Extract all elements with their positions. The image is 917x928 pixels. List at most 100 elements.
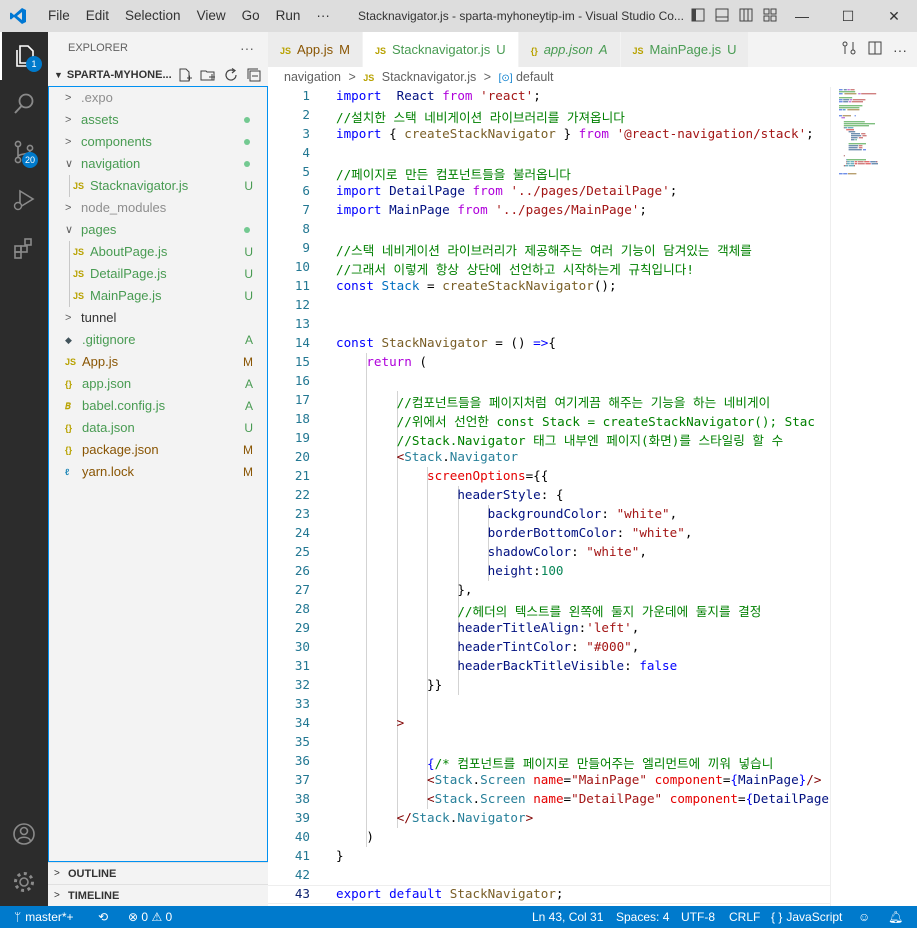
- indent-guide: [69, 175, 70, 197]
- file-item[interactable]: {} data.json U: [49, 417, 267, 439]
- menu-item[interactable]: ···: [308, 0, 338, 32]
- tab-stacknavigator-js[interactable]: JS Stacknavigator.js U: [363, 32, 519, 67]
- feedback-icon[interactable]: ☺: [858, 906, 870, 928]
- file-item[interactable]: 𝘉babel.config.js A: [49, 395, 267, 417]
- folder-item[interactable]: ∨ navigation: [49, 153, 267, 175]
- code-token: //Stack.Navigator 태그 내부엔 페이지(화면)를 스타일링 할…: [396, 433, 784, 448]
- code-token: :: [571, 639, 587, 654]
- code-token: "MainPage": [571, 772, 647, 787]
- branch-status[interactable]: ᛘ master*+: [14, 906, 74, 928]
- minimap-token: [844, 93, 857, 95]
- code-token: </: [396, 810, 412, 825]
- toggle-primary-sidebar-icon[interactable]: [690, 7, 706, 23]
- project-folder-header[interactable]: ▼ SPARTA-MYHONE...: [48, 64, 268, 86]
- code-token: {: [548, 335, 556, 350]
- menu-item[interactable]: Edit: [78, 0, 117, 32]
- minimap[interactable]: [830, 87, 917, 906]
- explorer-more-button[interactable]: ···: [240, 32, 254, 64]
- eol-status[interactable]: CRLF: [729, 906, 760, 928]
- extensions-icon[interactable]: [0, 224, 48, 272]
- minimize-button[interactable]: —: [779, 0, 825, 32]
- branch-name: master*+: [25, 910, 74, 924]
- code-token: Stack: [381, 278, 420, 293]
- outline-section[interactable]: > OUTLINE: [48, 862, 268, 884]
- menu-item[interactable]: Selection: [117, 0, 189, 32]
- open-changes-icon[interactable]: [841, 40, 857, 59]
- tab-mainpage-js[interactable]: JS MainPage.js U: [620, 32, 750, 67]
- code-token: }}: [336, 677, 443, 692]
- folder-item[interactable]: > assets: [49, 109, 267, 131]
- file-item[interactable]: {} package.json M: [49, 439, 267, 461]
- file-item[interactable]: JS Stacknavigator.js U: [49, 175, 267, 197]
- breadcrumb-symbol[interactable]: default: [516, 70, 554, 84]
- line-number: 24: [294, 525, 310, 540]
- code-token: :: [616, 525, 632, 540]
- file-item[interactable]: JS MainPage.js U: [49, 285, 267, 307]
- close-button[interactable]: ✕: [871, 0, 917, 32]
- tab-app-json[interactable]: {} app.json A: [518, 32, 621, 67]
- menu-item[interactable]: File: [40, 0, 78, 32]
- menu-item[interactable]: View: [189, 0, 234, 32]
- explorer-icon[interactable]: 1: [0, 32, 48, 80]
- menu-item[interactable]: Go: [234, 0, 268, 32]
- minimap-token: [842, 115, 851, 117]
- code-token: false: [639, 658, 678, 673]
- breadcrumb-file[interactable]: Stacknavigator.js: [382, 70, 477, 84]
- file-item[interactable]: JS DetailPage.js U: [49, 263, 267, 285]
- code-editor[interactable]: 1 import React from 'react'; 2 //설치한 스택 네비게…: [268, 87, 830, 906]
- run-debug-icon[interactable]: [0, 176, 48, 224]
- git-status-badge: A: [244, 333, 253, 347]
- file-item[interactable]: ℓ yarn.lock M: [49, 461, 267, 483]
- tab-app-js[interactable]: JS App.js M: [268, 32, 363, 67]
- code-token: ,: [669, 506, 678, 521]
- sync-icon[interactable]: ⟲: [98, 906, 108, 928]
- split-editor-icon[interactable]: [867, 40, 883, 59]
- code-token: import: [336, 126, 382, 141]
- problems-status[interactable]: ⊗ 0 ⚠ 0: [128, 906, 172, 928]
- folder-item[interactable]: > .expo: [49, 87, 267, 109]
- maximize-button[interactable]: ☐: [825, 0, 871, 32]
- code-token: Stack: [434, 791, 473, 806]
- file-item[interactable]: JS App.js M: [49, 351, 267, 373]
- encoding-status[interactable]: UTF-8: [681, 906, 715, 928]
- language-mode[interactable]: { } JavaScript: [771, 906, 842, 928]
- timeline-section[interactable]: > TIMELINE: [48, 884, 268, 906]
- file-item[interactable]: ◆ .gitignore A: [49, 329, 267, 351]
- minimap-token: [851, 139, 855, 141]
- notifications-bell-icon[interactable]: 🔔︎: [888, 906, 903, 928]
- line-number: 28: [294, 601, 310, 616]
- tree-item-label: yarn.lock: [82, 464, 135, 479]
- menu-item[interactable]: Run: [268, 0, 309, 32]
- folder-item[interactable]: > node_modules: [49, 197, 267, 219]
- js-file-icon: JS: [73, 269, 85, 279]
- folder-item[interactable]: ∨ pages: [49, 219, 267, 241]
- folder-item[interactable]: > components: [49, 131, 267, 153]
- source-control-icon[interactable]: 20: [0, 128, 48, 176]
- indentation-status[interactable]: Spaces: 4: [616, 906, 669, 928]
- toggle-secondary-sidebar-icon[interactable]: [738, 7, 754, 23]
- file-item[interactable]: {} app.json A: [49, 373, 267, 395]
- code-token: from: [457, 202, 488, 217]
- code-token: return: [366, 354, 412, 369]
- file-item[interactable]: JS AboutPage.js U: [49, 241, 267, 263]
- account-icon[interactable]: [0, 810, 48, 858]
- git-status-badge: U: [244, 289, 253, 303]
- settings-gear-icon[interactable]: [0, 858, 48, 906]
- code-line: {/* 컴포넌트를 페이지로 만들어주는 엘리먼트에 끼워 넣습니: [336, 753, 773, 772]
- search-icon[interactable]: [0, 80, 48, 128]
- cursor-position[interactable]: Ln 43, Col 31: [532, 906, 603, 928]
- folder-item[interactable]: > tunnel: [49, 307, 267, 329]
- git-branch-icon: ᛘ: [14, 910, 22, 924]
- minimap-token: [842, 109, 846, 111]
- code-token: //페이지로 만든 컴포넌트들을 불러옵니다: [336, 167, 571, 182]
- toggle-panel-icon[interactable]: [714, 7, 730, 23]
- customize-layout-icon[interactable]: [762, 7, 778, 23]
- tab-status-badge: M: [339, 42, 350, 57]
- language-label: JavaScript: [786, 910, 843, 924]
- editor-more-icon[interactable]: ···: [893, 42, 907, 58]
- code-token: >: [396, 715, 405, 730]
- breadcrumb-folder[interactable]: navigation: [284, 70, 341, 84]
